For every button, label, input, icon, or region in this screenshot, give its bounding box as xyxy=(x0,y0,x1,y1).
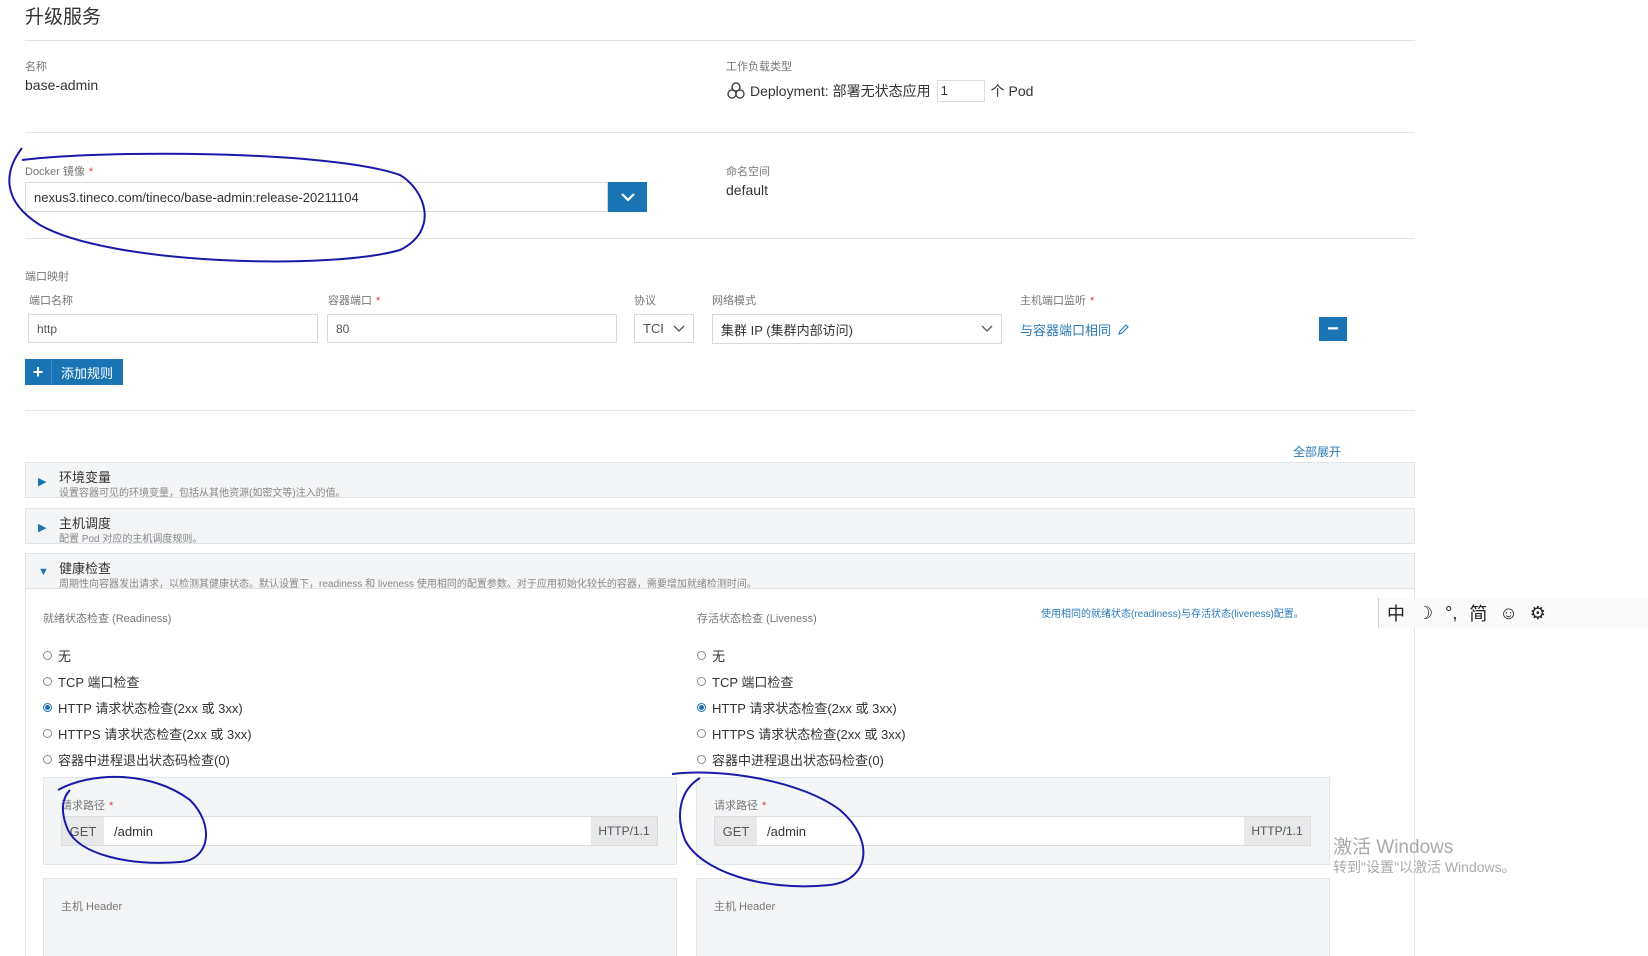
ime-mode[interactable]: 中 xyxy=(1387,600,1405,626)
readiness-path-value[interactable]: /admin xyxy=(104,817,591,845)
readiness-option-https[interactable]: HTTPS 请求状态检查(2xx 或 3xx) xyxy=(43,724,252,743)
liveness-path-input[interactable]: GET /admin HTTP/1.1 xyxy=(714,816,1311,846)
caret-down-icon: ▼ xyxy=(38,566,49,578)
readiness-header-label: 主机 Header xyxy=(61,901,123,913)
edit-pencil-icon[interactable] xyxy=(1117,323,1129,336)
smile-icon[interactable]: ☺ xyxy=(1499,603,1517,624)
radio-checked-icon xyxy=(697,703,706,712)
divider xyxy=(25,238,1415,239)
remove-port-button[interactable]: − xyxy=(1319,317,1347,341)
caret-right-icon: ▶ xyxy=(38,476,47,488)
protocol-select[interactable]: TCF xyxy=(634,314,694,343)
namespace-value: default xyxy=(726,182,769,198)
radio-icon xyxy=(697,729,706,738)
caret-right-icon: ▶ xyxy=(38,522,47,534)
liveness-path-value[interactable]: /admin xyxy=(757,817,1244,845)
workload-label: 工作负载类型 xyxy=(726,61,792,73)
container-port-header: 容器端口 * xyxy=(328,295,381,307)
name-value: base-admin xyxy=(25,77,99,93)
radio-icon xyxy=(697,651,706,660)
radio-icon xyxy=(43,651,52,660)
host-port-value: 与容器端口相同 xyxy=(1020,323,1112,338)
radio-icon xyxy=(697,677,706,686)
host-port-header: 主机端口监听 * xyxy=(1020,295,1095,307)
ime-simplified[interactable]: 简 xyxy=(1469,600,1487,626)
same-config-link[interactable]: 使用相同的就绪状态(readiness)与存活状态(liveness)配置。 xyxy=(1041,605,1304,620)
ime-toolbar[interactable]: 中 ☽ °, 简 ☺ ⚙ xyxy=(1378,598,1648,628)
protocol-header: 协议 xyxy=(634,295,656,307)
plus-icon: + xyxy=(25,359,52,385)
readiness-option-none[interactable]: 无 xyxy=(43,646,71,665)
readiness-option-http[interactable]: HTTP 请求状态检查(2xx 或 3xx) xyxy=(43,698,243,717)
replicas-input[interactable]: 1 xyxy=(936,80,985,102)
readiness-option-tcp[interactable]: TCP 端口检查 xyxy=(43,672,139,691)
port-name-input[interactable]: http xyxy=(28,314,318,343)
readiness-version: HTTP/1.1 xyxy=(591,817,657,845)
workload-type: Deployment: xyxy=(750,83,829,99)
divider xyxy=(25,40,1415,41)
health-panel-header[interactable]: ▼ 健康检查 周期性向容器发出请求，以检测其健康状态。默认设置下，readine… xyxy=(25,553,1415,590)
deployment-icon xyxy=(727,82,745,99)
readiness-option-exec[interactable]: 容器中进程退出状态码检查(0) xyxy=(43,750,230,769)
health-desc: 周期性向容器发出请求，以检测其健康状态。默认设置下，readiness 和 li… xyxy=(59,579,757,590)
workload-row: Deployment: 部署无状态应用 1 个 Pod xyxy=(726,80,1033,102)
container-port-input[interactable]: 80 xyxy=(327,314,617,343)
docker-image-input[interactable]: nexus3.tineco.com/tineco/base-admin:rele… xyxy=(25,182,608,212)
liveness-header-panel xyxy=(696,878,1330,956)
liveness-version: HTTP/1.1 xyxy=(1244,817,1310,845)
punctuation-icon[interactable]: °, xyxy=(1445,603,1457,624)
radio-icon xyxy=(43,755,52,764)
readiness-path-input[interactable]: GET /admin HTTP/1.1 xyxy=(61,816,658,846)
liveness-option-none[interactable]: 无 xyxy=(697,646,725,665)
radio-icon xyxy=(697,755,706,764)
activation-watermark-sub: 转到"设置"以激活 Windows。 xyxy=(1333,859,1516,875)
liveness-method: GET xyxy=(715,817,757,845)
replicas-unit: 个 Pod xyxy=(990,83,1034,99)
host-port-link[interactable]: 与容器端口相同 xyxy=(1020,320,1129,339)
divider xyxy=(25,132,1415,133)
radio-icon xyxy=(43,677,52,686)
env-panel[interactable]: ▶ 环境变量 设置容器可见的环境变量，包括从其他资源(如密文等)注入的值。 xyxy=(25,462,1415,499)
add-rule-label: 添加规则 xyxy=(61,365,114,381)
liveness-option-exec[interactable]: 容器中进程退出状态码检查(0) xyxy=(697,750,884,769)
divider xyxy=(25,410,1415,411)
readiness-label: 就绪状态检查 (Readiness) xyxy=(43,613,172,625)
port-name-header: 端口名称 xyxy=(29,295,73,307)
ports-label: 端口映射 xyxy=(25,271,69,283)
liveness-option-tcp[interactable]: TCP 端口检查 xyxy=(697,672,793,691)
docker-label: Docker 镜像 * xyxy=(25,166,94,178)
network-mode-select[interactable]: 集群 IP (集群内部访问) xyxy=(712,314,1002,344)
radio-icon xyxy=(43,729,52,738)
liveness-option-http[interactable]: HTTP 请求状态检查(2xx 或 3xx) xyxy=(697,698,897,717)
readiness-header-panel xyxy=(43,878,677,956)
expand-all-link[interactable]: 全部展开 xyxy=(1293,443,1341,460)
docker-dropdown-button[interactable] xyxy=(608,182,647,212)
activation-watermark-title: 激活 Windows xyxy=(1333,837,1454,858)
env-desc: 设置容器可见的环境变量，包括从其他资源(如密文等)注入的值。 xyxy=(59,488,346,499)
add-rule-button[interactable]: + 添加规则 xyxy=(25,359,123,385)
chevron-down-icon xyxy=(620,192,635,202)
network-mode-value: 集群 IP (集群内部访问) xyxy=(721,322,853,338)
readiness-method: GET xyxy=(62,817,104,845)
radio-checked-icon xyxy=(43,703,52,712)
name-label: 名称 xyxy=(25,61,47,73)
scheduling-desc: 配置 Pod 对应的主机调度规则。 xyxy=(59,534,203,545)
liveness-header-label: 主机 Header xyxy=(714,901,776,913)
moon-icon[interactable]: ☽ xyxy=(1417,603,1433,624)
namespace-label: 命名空间 xyxy=(726,166,770,178)
chevron-down-icon xyxy=(673,325,685,332)
scheduling-panel[interactable]: ▶ 主机调度 配置 Pod 对应的主机调度规则。 xyxy=(25,508,1415,545)
liveness-path-label: 请求路径 * xyxy=(714,800,767,812)
gear-icon[interactable]: ⚙ xyxy=(1530,603,1546,624)
page-title: 升级服务 xyxy=(25,7,102,28)
liveness-label: 存活状态检查 (Liveness) xyxy=(697,613,817,625)
chevron-down-icon xyxy=(981,325,993,332)
workload-desc: 部署无状态应用 xyxy=(832,83,931,99)
readiness-path-label: 请求路径 * xyxy=(61,800,114,812)
liveness-option-https[interactable]: HTTPS 请求状态检查(2xx 或 3xx) xyxy=(697,724,906,743)
network-header: 网络模式 xyxy=(712,295,756,307)
protocol-value: TCF xyxy=(643,321,663,336)
